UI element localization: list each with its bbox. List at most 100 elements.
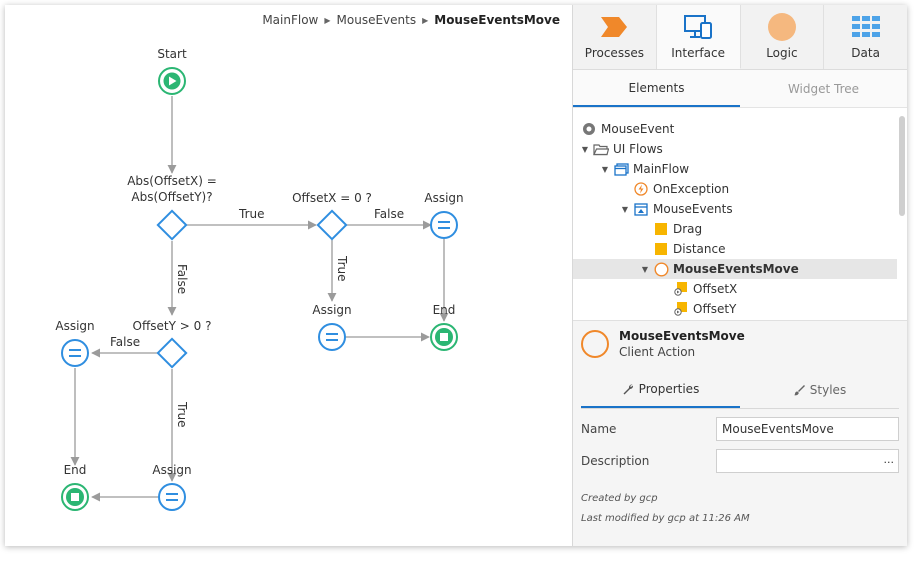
name-input[interactable]: MouseEventsMove [716,417,899,441]
tab-interface-label: Interface [671,46,725,60]
variable-icon [653,221,669,237]
data-icon [851,13,881,41]
created-by: Created by gcp [581,493,658,504]
property-description-row: Description ... [581,447,899,475]
if-node-offsety[interactable] [156,337,188,369]
tab-data-label: Data [851,46,880,60]
tab-interface[interactable]: Interface [656,5,741,69]
right-panel: Processes Interface Logic Data Elements … [572,5,907,546]
flow-canvas[interactable]: MainFlow ▶ MouseEvents ▶ MouseEventsMove [5,5,572,546]
edge-label-false-if1: False [175,264,189,295]
exception-icon [633,181,649,197]
folder-open-icon [593,141,609,157]
properties-panel: MouseEventsMove Client Action Properties… [573,321,907,529]
subtab-elements[interactable]: Elements [573,70,740,107]
assign-node-middle[interactable] [318,323,346,351]
tree-item-mouseevent[interactable]: MouseEvent [573,119,897,139]
tab-logic-label: Logic [766,46,798,60]
tab-properties-label: Properties [638,381,700,396]
input-parameter-icon [673,301,689,317]
subtab-widget-tree[interactable]: Widget Tree [740,70,907,107]
tree-item-label: MainFlow [633,162,690,176]
if2-label: OffsetX = 0 ? [292,191,372,205]
expand-down-icon[interactable]: ▼ [599,165,611,174]
tree-item-label: Distance [673,242,726,256]
input-parameter-icon [673,281,689,297]
connectors [70,96,449,502]
end-node-right[interactable] [430,323,458,351]
description-more-button[interactable]: ... [884,453,895,466]
flow-icon [613,161,629,177]
tree-item-mainflow[interactable]: ▼ MainFlow [573,159,897,179]
edge-label-true-if2: True [335,256,349,282]
tab-styles[interactable]: Styles [740,371,899,408]
tab-styles-label: Styles [809,382,847,397]
tree-item-drag[interactable]: Drag [573,219,897,239]
tree-item-label: Drag [673,222,703,236]
if-node-abs[interactable] [156,209,188,241]
assign-label-middle: Assign [312,303,352,317]
tree-item-label: UI Flows [613,142,663,156]
end-node-left[interactable] [61,483,89,511]
tree-item-label: OffsetX [693,282,738,296]
tree-item-mouseevents[interactable]: ▼ MouseEvents [573,199,897,219]
app-window: MainFlow ▶ MouseEvents ▶ MouseEventsMove [5,5,907,546]
property-name-label: Name [581,422,617,436]
description-input[interactable]: ... [716,449,899,473]
tab-properties[interactable]: Properties [581,371,740,408]
edge-label-false-if2: False [374,207,405,221]
main-tabs: Processes Interface Logic Data [573,5,907,70]
sub-tabs: Elements Widget Tree [573,70,907,108]
interface-icon [683,13,713,41]
client-action-icon [653,261,669,277]
tree-item-label: MouseEvents [653,202,733,216]
last-modified: Last modified by gcp at 11:26 AM [581,513,750,524]
property-name-row: Name MouseEventsMove [581,415,899,443]
tree-item-offsety[interactable]: OffsetY [573,299,897,319]
start-node[interactable] [158,67,186,95]
wrench-icon [623,383,633,394]
start-label: Start [157,47,187,61]
tree-item-ui-flows[interactable]: ▼ UI Flows [573,139,897,159]
tree-item-offsetx[interactable]: OffsetX [573,279,897,299]
end-label-left: End [63,463,87,477]
if-node-offsetx[interactable] [316,209,348,241]
element-tree: MouseEvent ▼ UI Flows ▼ MainFlow OnExcep… [573,108,907,321]
assign-node-left[interactable] [61,339,89,367]
selected-element-name: MouseEventsMove [619,329,745,343]
assign-label-top-right: Assign [424,191,464,205]
tree-item-label: MouseEventsMove [673,262,799,276]
assign-node-bottom[interactable] [158,483,186,511]
expand-down-icon[interactable]: ▼ [619,205,631,214]
tree-item-label: OnException [653,182,730,196]
processes-icon [599,13,629,41]
brush-icon [793,384,805,395]
screen-icon [633,201,649,217]
selected-element-header: MouseEventsMove Client Action [581,321,899,367]
module-icon [581,121,597,137]
tree-item-distance[interactable]: Distance [573,239,897,259]
tab-data[interactable]: Data [824,5,907,69]
if1-label-line1: Abs(OffsetX) = [127,174,217,188]
tab-logic[interactable]: Logic [741,5,825,69]
if1-label-line2: Abs(OffsetY)? [131,190,213,204]
property-tabs: Properties Styles [581,371,899,409]
tree-scrollbar[interactable] [899,116,905,216]
edge-label-false-if3: False [110,335,141,349]
end-label-right: End [432,303,456,317]
tree-item-onexception[interactable]: OnException [573,179,897,199]
logic-icon [767,13,797,41]
assign-label-bottom: Assign [152,463,192,477]
selected-element-type: Client Action [619,345,696,359]
edge-label-true-if3: True [175,402,189,428]
tree-item-mouseeventsmove[interactable]: ▼ MouseEventsMove [573,259,897,279]
metadata: Created by gcp Last modified by gcp at 1… [581,489,899,529]
expand-down-icon[interactable]: ▼ [639,265,651,274]
assign-node-top-right[interactable] [430,211,458,239]
expand-down-icon[interactable]: ▼ [579,145,591,154]
if3-label: OffsetY > 0 ? [132,319,212,333]
property-description-label: Description [581,454,650,468]
tree-item-label: MouseEvent [601,122,675,136]
tree-item-label: OffsetY [693,302,737,316]
tab-processes[interactable]: Processes [573,5,657,69]
